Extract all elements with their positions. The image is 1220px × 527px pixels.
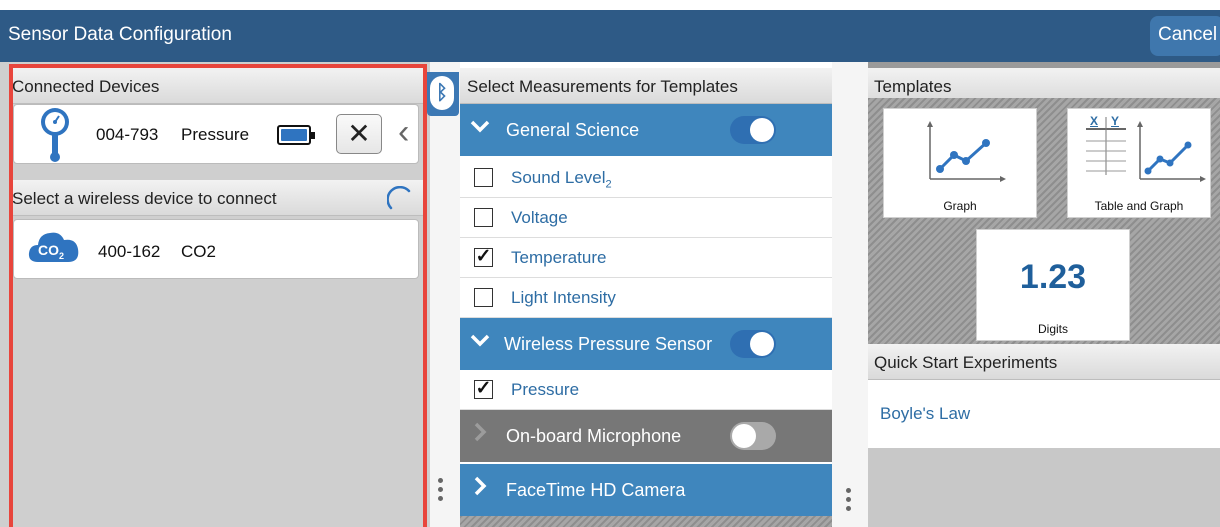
disconnect-button[interactable]: ✕	[336, 114, 382, 154]
measurements-heading: Select Measurements for Templates	[460, 68, 832, 104]
chevron-down-icon	[470, 120, 490, 133]
measurement-label: Temperature	[511, 248, 607, 267]
digits-preview: 1.23	[1019, 258, 1087, 296]
drag-handle-icon[interactable]	[846, 488, 852, 515]
template-digits-tile[interactable]: 1.23 Digits	[976, 229, 1130, 341]
template-label: Digits	[1037, 322, 1068, 336]
measurements-heading-label: Select Measurements for Templates	[467, 77, 738, 96]
measurement-row[interactable]: ✓ Temperature	[460, 238, 832, 278]
group-label: On-board Microphone	[506, 426, 682, 446]
quickstart-boyles-law[interactable]: Boyle's Law	[880, 404, 970, 424]
chevron-left-icon[interactable]: ‹	[398, 113, 409, 152]
wireless-device-card[interactable]: CO2 400-162 CO2	[13, 219, 419, 279]
template-label: Graph	[943, 199, 977, 213]
panel-splitter-left[interactable]	[430, 62, 460, 527]
template-graph-tile[interactable]: Graph	[883, 108, 1037, 218]
template-table-graph-tile[interactable]: X Y Table and Graph	[1067, 108, 1211, 218]
checkbox-voltage[interactable]	[474, 208, 493, 227]
microphone-toggle[interactable]	[730, 422, 776, 450]
graph-icon	[927, 121, 1006, 182]
quickstart-list: Boyle's Law	[868, 380, 1220, 448]
wireless-device-name: CO2	[181, 242, 216, 261]
templates-heading-label: Templates	[874, 77, 952, 96]
app-header: Sensor Data Configuration Cancel	[0, 10, 1220, 62]
group-label: General Science	[506, 120, 640, 140]
measurement-row[interactable]: Voltage	[460, 198, 832, 238]
chevron-right-icon	[474, 422, 487, 442]
group-label: FaceTime HD Camera	[506, 480, 686, 500]
measurement-row[interactable]: ✓ Pressure	[460, 370, 832, 410]
quickstart-heading: Quick Start Experiments	[868, 344, 1220, 380]
battery-icon	[277, 125, 315, 145]
page-title: Sensor Data Configuration	[8, 24, 232, 45]
connected-device-name: Pressure	[181, 125, 250, 144]
pressure-gauge-icon	[41, 108, 69, 162]
general-science-toggle[interactable]	[730, 116, 776, 144]
measurement-row[interactable]: Light Intensity	[460, 278, 832, 318]
measurement-label: Voltage	[511, 208, 568, 227]
group-general-science[interactable]: General Science	[460, 104, 832, 156]
panel-splitter-right[interactable]	[832, 62, 868, 527]
window-top-strip	[0, 0, 1220, 10]
measurement-label: Pressure	[511, 380, 580, 399]
chevron-down-icon	[470, 334, 490, 347]
measurement-row[interactable]: Sound Level2	[460, 158, 832, 198]
measurement-label: Light Intensity	[511, 288, 616, 307]
measurement-label: Sound Level2	[511, 168, 612, 191]
quickstart-heading-label: Quick Start Experiments	[874, 353, 1058, 372]
drag-handle-icon[interactable]	[438, 478, 444, 505]
chevron-right-icon	[474, 476, 487, 496]
loading-spinner-icon	[387, 186, 411, 210]
co2-badge: CO2	[38, 242, 65, 261]
connected-device-id: 004-793	[96, 125, 159, 144]
table-header-y: Y	[1111, 114, 1120, 128]
checkbox-sound-level[interactable]	[474, 168, 493, 187]
connected-device-card[interactable]: 004-793 Pressure ✕ ‹	[13, 104, 419, 164]
wireless-devices-label: Select a wireless device to connect	[12, 189, 277, 208]
group-wireless-pressure-sensor[interactable]: Wireless Pressure Sensor	[460, 318, 832, 370]
quickstart-empty-area	[868, 448, 1220, 527]
wireless-device-id: 400-162	[98, 242, 161, 261]
wireless-pressure-toggle[interactable]	[730, 330, 776, 358]
group-label: Wireless Pressure Sensor	[504, 334, 713, 354]
group-onboard-microphone[interactable]: On-board Microphone	[460, 410, 832, 462]
template-label: Table and Graph	[1094, 199, 1184, 213]
checkbox-temperature[interactable]: ✓	[474, 247, 493, 267]
empty-hatch-area	[460, 516, 832, 527]
bluetooth-tab[interactable]: ᛒ	[427, 72, 459, 116]
checkbox-pressure[interactable]: ✓	[474, 379, 493, 399]
checkbox-light-intensity[interactable]	[474, 288, 493, 307]
measurements-panel: Select Measurements for Templates Genera…	[460, 62, 832, 527]
devices-panel: Connected Devices 004-793 Pressure ✕ ‹ S…	[0, 62, 430, 527]
cancel-button[interactable]: Cancel	[1150, 16, 1220, 56]
bluetooth-icon: ᛒ	[430, 76, 454, 110]
table-header-x: X	[1090, 114, 1099, 128]
templates-panel: Templates Graph X Y Table and Graph 1.23…	[868, 62, 1220, 527]
connected-devices-heading: Connected Devices	[9, 68, 423, 104]
group-facetime-camera[interactable]: FaceTime HD Camera	[460, 464, 832, 516]
connected-devices-label: Connected Devices	[12, 77, 160, 96]
wireless-devices-heading: Select a wireless device to connect	[9, 180, 423, 216]
